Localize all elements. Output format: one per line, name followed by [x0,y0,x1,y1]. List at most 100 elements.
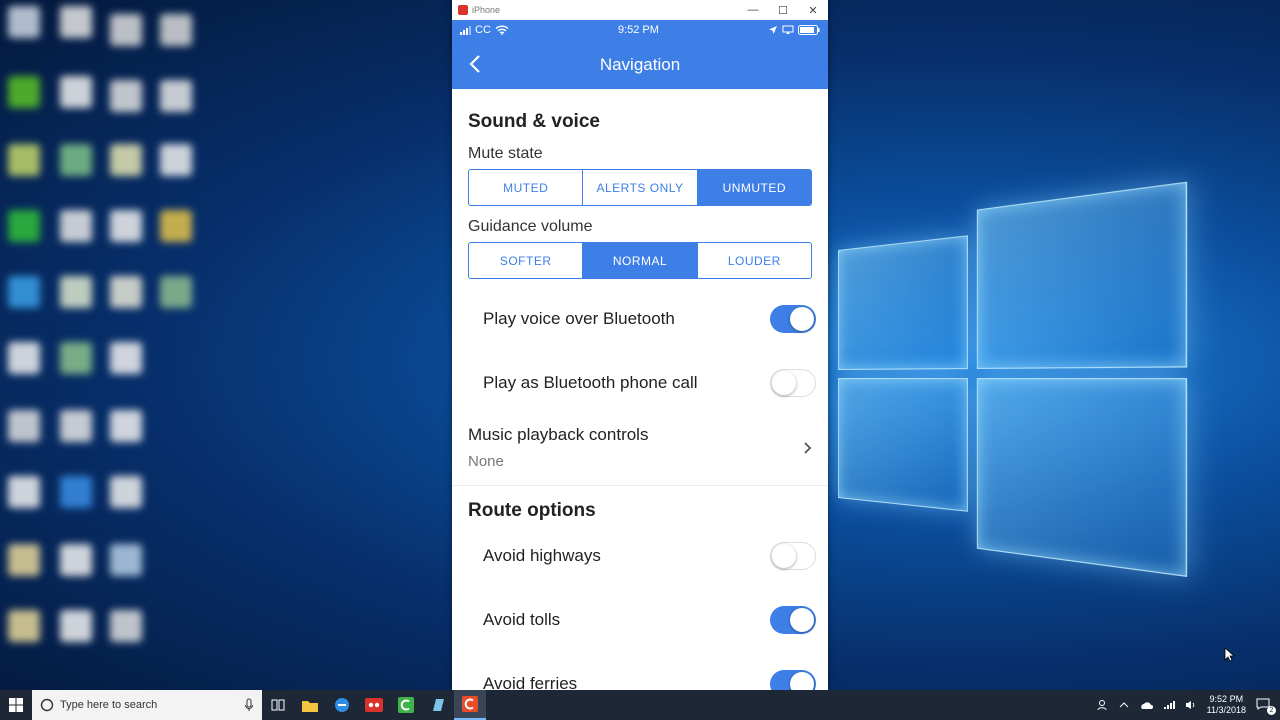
mouse-cursor-icon [1224,647,1234,662]
start-button[interactable] [0,690,32,720]
network-icon[interactable] [1163,700,1175,710]
desktop-icon[interactable] [110,210,142,242]
window-titlebar[interactable]: iPhone — ☐ ✕ [452,0,828,20]
mute-state-label: Mute state [452,133,828,163]
desktop-icon[interactable] [110,14,142,46]
desktop-icon[interactable] [8,276,40,308]
desktop-icon[interactable] [8,544,40,576]
clock-date: 11/3/2018 [1207,705,1246,716]
location-arrow-icon [768,25,778,35]
desktop-icon[interactable] [60,76,92,108]
desktop-icon[interactable] [110,476,142,508]
mute-option-unmuted[interactable]: UNMUTED [698,170,811,205]
desktop-icon[interactable] [110,342,142,374]
guidance-volume-label: Guidance volume [452,206,828,236]
signal-icon [460,26,471,35]
desktop-icon[interactable] [60,144,92,176]
desktop-icon[interactable] [160,14,192,46]
desktop-icon[interactable] [110,410,142,442]
section-title-route-options: Route options [452,486,828,522]
desktop-icon[interactable] [110,610,142,642]
recorder-app-icon[interactable] [358,690,390,720]
toggle-label: Play as Bluetooth phone call [483,373,698,393]
task-view-icon[interactable] [262,690,294,720]
phone-status-bar: CC 9:52 PM [452,20,828,40]
volume-icon[interactable] [1185,700,1197,710]
windows-taskbar: Type here to search 9:52 PM 11/3/2018 2 [0,690,1280,720]
music-playback-controls-row[interactable]: Music playback controls None [452,415,828,486]
battery-icon [798,25,820,35]
desktop-icon[interactable] [60,410,92,442]
desktop-icon[interactable] [110,276,142,308]
close-button[interactable]: ✕ [798,0,828,20]
desktop-icon[interactable] [60,610,92,642]
taskbar-search-box[interactable]: Type here to search [32,690,262,720]
notes-app-icon[interactable] [422,690,454,720]
desktop-icon[interactable] [8,144,40,176]
volume-option-louder[interactable]: LOUDER [698,243,811,278]
camtasia-green-icon[interactable] [390,690,422,720]
wifi-icon [495,25,509,35]
windows-logo-icon [9,698,23,712]
windows-wallpaper-logo [838,182,1184,574]
desktop-icon[interactable] [60,476,92,508]
chevron-up-icon[interactable] [1119,701,1129,709]
desktop-icon[interactable] [110,80,142,112]
desktop-icon[interactable] [60,276,92,308]
toggle-row-avoid-ferries: Avoid ferries [452,652,828,690]
status-time: 9:52 PM [618,24,659,36]
guidance-volume-segmented-control: SOFTER NORMAL LOUDER [468,242,812,279]
desktop-icon[interactable] [110,544,142,576]
minimize-button[interactable]: — [738,0,768,20]
mute-state-segmented-control: MUTED ALERTS ONLY UNMUTED [468,169,812,206]
action-center-button[interactable]: 2 [1256,698,1272,712]
microphone-icon[interactable] [244,698,254,712]
camtasia-active-icon[interactable] [454,690,486,720]
desktop-icon[interactable] [8,476,40,508]
iphone-mirror-window: iPhone — ☐ ✕ CC 9:52 PM Navigation Sound… [452,0,828,690]
desktop-icon[interactable] [60,544,92,576]
desktop-icon[interactable] [160,144,192,176]
avoid-ferries-toggle[interactable] [770,670,816,690]
play-voice-bluetooth-toggle[interactable] [770,305,816,333]
clock-time: 9:52 PM [1207,694,1246,705]
play-bluetooth-call-toggle[interactable] [770,369,816,397]
notification-count: 2 [1267,706,1276,715]
music-playback-value: None [468,445,812,470]
toggle-label: Avoid highways [483,546,601,566]
taskbar-clock[interactable]: 9:52 PM 11/3/2018 [1207,694,1246,716]
back-arrow-icon[interactable] [464,52,488,76]
desktop-icon[interactable] [8,342,40,374]
onedrive-icon[interactable] [1139,700,1153,710]
desktop-icon[interactable] [8,210,40,242]
volume-option-normal[interactable]: NORMAL [583,243,697,278]
page-title: Navigation [452,55,828,75]
desktop-icon[interactable] [60,6,92,38]
desktop-icon[interactable] [60,210,92,242]
avoid-highways-toggle[interactable] [770,542,816,570]
desktop-icon[interactable] [110,144,142,176]
desktop-icon[interactable] [160,210,192,242]
file-explorer-icon[interactable] [294,690,326,720]
desktop-icon[interactable] [60,342,92,374]
people-icon[interactable] [1097,699,1109,711]
carrier-label: CC [475,24,491,36]
mute-option-muted[interactable]: MUTED [469,170,583,205]
desktop-icon[interactable] [160,80,192,112]
chevron-right-icon [802,441,814,455]
search-icon [40,698,54,712]
window-title: iPhone [472,5,500,15]
volume-option-softer[interactable]: SOFTER [469,243,583,278]
desktop-icon[interactable] [160,276,192,308]
toggle-label: Play voice over Bluetooth [483,309,675,329]
avoid-tolls-toggle[interactable] [770,606,816,634]
desktop-icon[interactable] [8,6,40,38]
desktop-icon[interactable] [8,610,40,642]
maximize-button[interactable]: ☐ [768,0,798,20]
mute-option-alerts-only[interactable]: ALERTS ONLY [583,170,697,205]
system-tray: 9:52 PM 11/3/2018 2 [1097,690,1280,720]
music-playback-label: Music playback controls [468,415,812,445]
desktop-icon[interactable] [8,76,40,108]
desktop-icon[interactable] [8,410,40,442]
edge-browser-icon[interactable] [326,690,358,720]
